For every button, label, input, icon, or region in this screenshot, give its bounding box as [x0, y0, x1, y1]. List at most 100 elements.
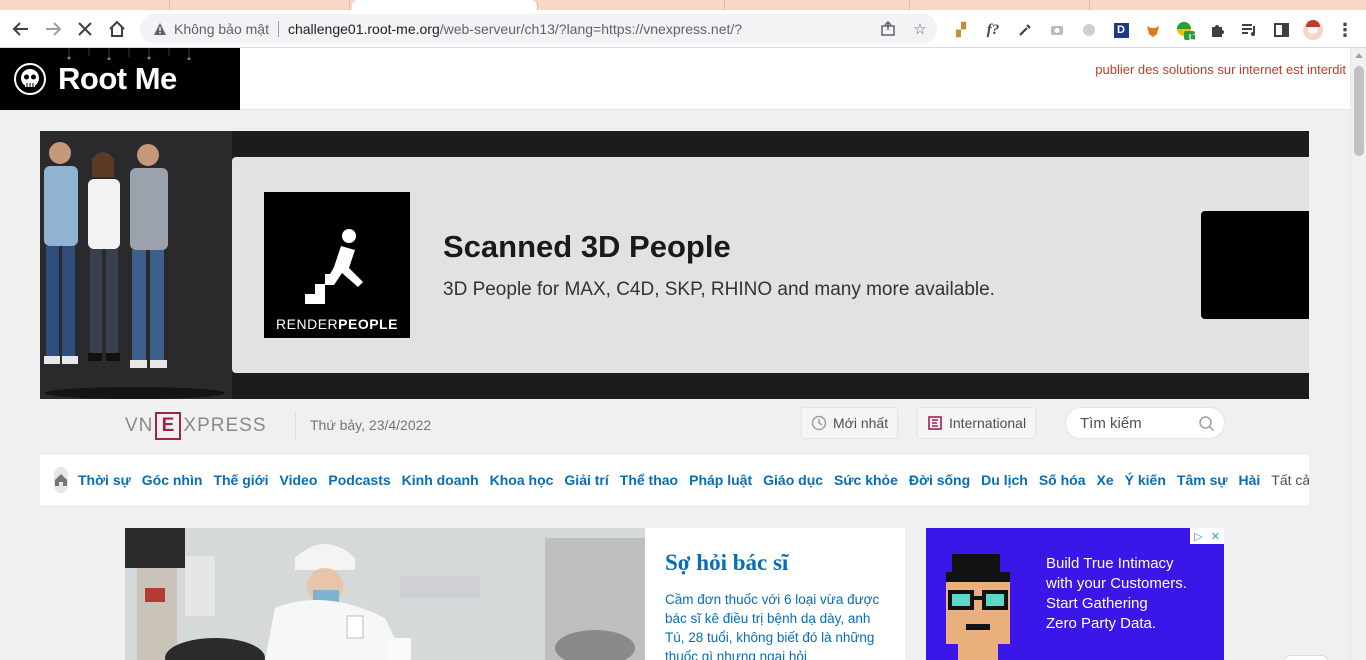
url-host: challenge01.root-me.org [287, 21, 440, 37]
ad-banner[interactable]: RENDERPEOPLE Scanned 3D People 3D People… [40, 131, 1309, 399]
featured-article-image[interactable] [125, 528, 645, 660]
ad-headline: Scanned 3D People [443, 229, 731, 264]
menu-kebab-icon[interactable]: ⋮ [1334, 19, 1356, 41]
star-icon[interactable]: ☆ [910, 19, 930, 39]
close-icon[interactable]: ✕ [1211, 530, 1220, 543]
browser-tab[interactable] [170, 0, 350, 10]
floating-widget[interactable] [1284, 655, 1328, 660]
international-button[interactable]: International [917, 407, 1037, 439]
circle-extension-icon[interactable] [1078, 19, 1100, 41]
nav-item[interactable]: Thời sự [78, 472, 131, 488]
nav-item[interactable]: Hài [1239, 472, 1261, 488]
home-icon [55, 474, 67, 486]
vnexpress-logo[interactable]: VN E XPRESS [125, 411, 267, 441]
d-extension-icon[interactable]: D [1110, 19, 1132, 41]
ad-people-image [40, 131, 232, 399]
skull-icon [14, 63, 46, 95]
current-date: Thứ bảy, 23/4/2022 [310, 417, 432, 433]
reading-list-icon[interactable] [1238, 19, 1260, 41]
forward-button[interactable] [38, 14, 68, 44]
category-nav: Thời sự Góc nhìn Thế giới Video Podcasts… [40, 453, 1309, 507]
nav-item[interactable]: Số hóa [1039, 472, 1086, 488]
stop-button[interactable] [70, 14, 100, 44]
featured-article[interactable]: Sợ hỏi bác sĩ Cầm đơn thuốc với 6 loại v… [125, 528, 905, 660]
latest-news-button[interactable]: Mới nhất [801, 407, 899, 439]
browser-tab-active[interactable] [352, 0, 538, 10]
security-label[interactable]: Không bảo mật [174, 21, 269, 37]
page-viewport: Root Me publier des solutions sur intern… [0, 48, 1350, 660]
warning-icon[interactable] [152, 21, 168, 37]
languagetool-extension-icon[interactable]: LT [1174, 19, 1198, 42]
search-icon[interactable] [1198, 415, 1216, 433]
ruler-extension-icon[interactable]: ▞ [950, 19, 972, 41]
adchoices-icon[interactable]: ▷ [1194, 530, 1202, 543]
header-divider [295, 412, 296, 440]
back-button[interactable] [6, 14, 36, 44]
nav-item[interactable]: Ý kiến [1125, 472, 1166, 488]
rootme-warning: publier des solutions sur internet est i… [1095, 62, 1346, 77]
featured-title[interactable]: Sợ hỏi bác sĩ [665, 550, 788, 576]
nav-item[interactable]: Giải trí [564, 472, 608, 488]
rootme-logo[interactable]: Root Me [0, 48, 240, 110]
puzzle-icon[interactable] [1206, 19, 1228, 41]
browser-tab[interactable] [540, 0, 725, 10]
close-icon [78, 22, 92, 36]
renderpeople-brand: RENDERPEOPLE [276, 316, 398, 332]
ad-cta-button[interactable] [1201, 211, 1309, 319]
rootme-header: Root Me publier des solutions sur intern… [0, 48, 1350, 110]
home-nav-button[interactable] [54, 467, 68, 493]
camera-icon[interactable] [1046, 19, 1068, 41]
rootme-logo-text: Root Me [58, 61, 177, 96]
profile-avatar[interactable] [1302, 19, 1324, 41]
vnexpress-topbar: VN E XPRESS Thứ bảy, 23/4/2022 Mới nhất In… [40, 399, 1309, 451]
browser-tab[interactable] [910, 0, 1090, 10]
logo-decoration [67, 48, 191, 60]
nav-item[interactable]: Tâm sự [1177, 472, 1228, 488]
clock-icon [811, 415, 827, 431]
url-divider [277, 21, 279, 37]
side-ad[interactable]: ▷ ✕ Build True Intimacy with your Custome… [926, 528, 1224, 660]
renderpeople-logo: RENDERPEOPLE [264, 192, 410, 338]
address-bar[interactable]: Không bảo mật challenge01.root-me.org/we… [140, 14, 937, 44]
nav-all-link[interactable]: Tất cả [1271, 472, 1309, 488]
pixel-face-image [946, 554, 1010, 660]
scrollbar-thumb[interactable] [1354, 66, 1364, 156]
side-ad-text: Build True Intimacy with your Customers.… [1046, 555, 1187, 632]
share-icon[interactable] [878, 19, 898, 39]
ad-card[interactable]: RENDERPEOPLE Scanned 3D People 3D People… [232, 157, 1309, 373]
featured-description[interactable]: Cầm đơn thuốc với 6 loại vừa được bác sĩ… [665, 590, 890, 660]
scroll-up-icon[interactable] [1355, 53, 1363, 58]
back-arrow-icon [12, 22, 28, 36]
search-input[interactable]: Tìm kiếm [1065, 407, 1225, 439]
ad-subline: 3D People for MAX, C4D, SKP, RHINO and m… [443, 279, 995, 300]
nav-item[interactable]: Pháp luật [689, 472, 752, 488]
home-button[interactable] [102, 14, 132, 44]
nav-item[interactable]: Giáo dục [763, 472, 823, 488]
forward-arrow-icon [46, 22, 62, 36]
home-icon [109, 20, 125, 37]
tab-strip [0, 0, 1366, 10]
browser-toolbar: Không bảo mật challenge01.root-me.org/we… [0, 10, 1366, 48]
nav-item[interactable]: Sức khỏe [834, 472, 898, 488]
side-panel-icon[interactable] [1270, 19, 1292, 41]
function-extension-icon[interactable]: f? [982, 19, 1004, 41]
nav-item[interactable]: Video [280, 472, 318, 488]
nav-item[interactable]: Thế giới [213, 472, 268, 488]
eyedropper-icon[interactable] [1014, 19, 1036, 41]
nav-item[interactable]: Xe [1097, 472, 1114, 488]
ad-choices[interactable]: ▷ ✕ [1190, 528, 1224, 544]
nav-item[interactable]: Đời sống [909, 472, 970, 488]
runner-icon [305, 229, 363, 304]
nav-item[interactable]: Góc nhìn [142, 472, 203, 488]
url-path: /web-serveur/ch13/?lang=https://vnexpres… [439, 21, 743, 37]
nav-item[interactable]: Kinh doanh [402, 472, 479, 488]
browser-tab[interactable] [725, 0, 910, 10]
nav-item[interactable]: Thể thao [620, 472, 678, 488]
nav-item[interactable]: Podcasts [328, 472, 390, 488]
nav-item[interactable]: Khoa học [490, 472, 554, 488]
browser-tab[interactable] [0, 0, 170, 10]
fox-extension-icon[interactable] [1142, 19, 1164, 41]
e-logo-icon [927, 415, 943, 431]
nav-item[interactable]: Du lịch [981, 472, 1028, 488]
page-scrollbar[interactable] [1350, 48, 1366, 660]
